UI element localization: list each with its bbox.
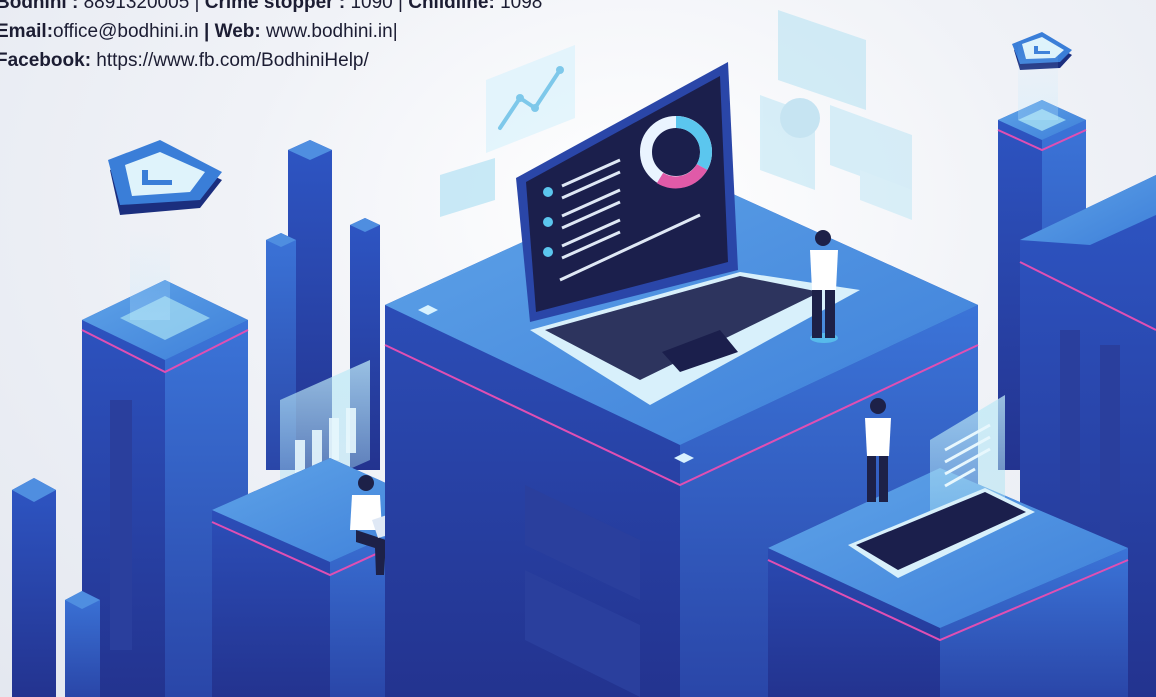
email-label: Email:	[0, 21, 54, 42]
isometric-city-illustration	[12, 10, 1156, 697]
web-value: www.bodhini.in|	[260, 21, 398, 42]
shield-badge-icon	[108, 140, 222, 215]
bodhini-label: Bodhini :	[0, 0, 79, 13]
contact-line-3: Facebook: https://www.fb.com/BodhiniHelp…	[0, 46, 542, 75]
floating-panel-circle	[780, 98, 820, 138]
crime-stopper-number: 1090 |	[345, 0, 409, 13]
contact-line-1: Bodhini : 8891320005 | Crime stopper : 1…	[0, 0, 542, 17]
bodhini-number: 8891320005 |	[78, 0, 205, 13]
childline-label: Childline:	[408, 0, 495, 13]
crime-stopper-label: Crime stopper :	[204, 0, 346, 13]
childline-number: 1098	[494, 0, 543, 13]
illustration-stage: Bodhini : 8891320005 | Crime stopper : 1…	[0, 0, 1156, 697]
contact-line-2: Email:office@bodhini.in | Web: www.bodhi…	[0, 17, 542, 46]
facebook-value: https://www.fb.com/BodhiniHelp/	[91, 50, 369, 71]
floating-panel	[778, 10, 866, 110]
facebook-label: Facebook:	[0, 50, 92, 71]
floating-panel	[440, 158, 495, 217]
contact-info: Bodhini : 8891320005 | Crime stopper : 1…	[0, 0, 542, 75]
email-value: office@bodhini.in	[53, 21, 205, 42]
web-label: | Web:	[204, 21, 261, 42]
